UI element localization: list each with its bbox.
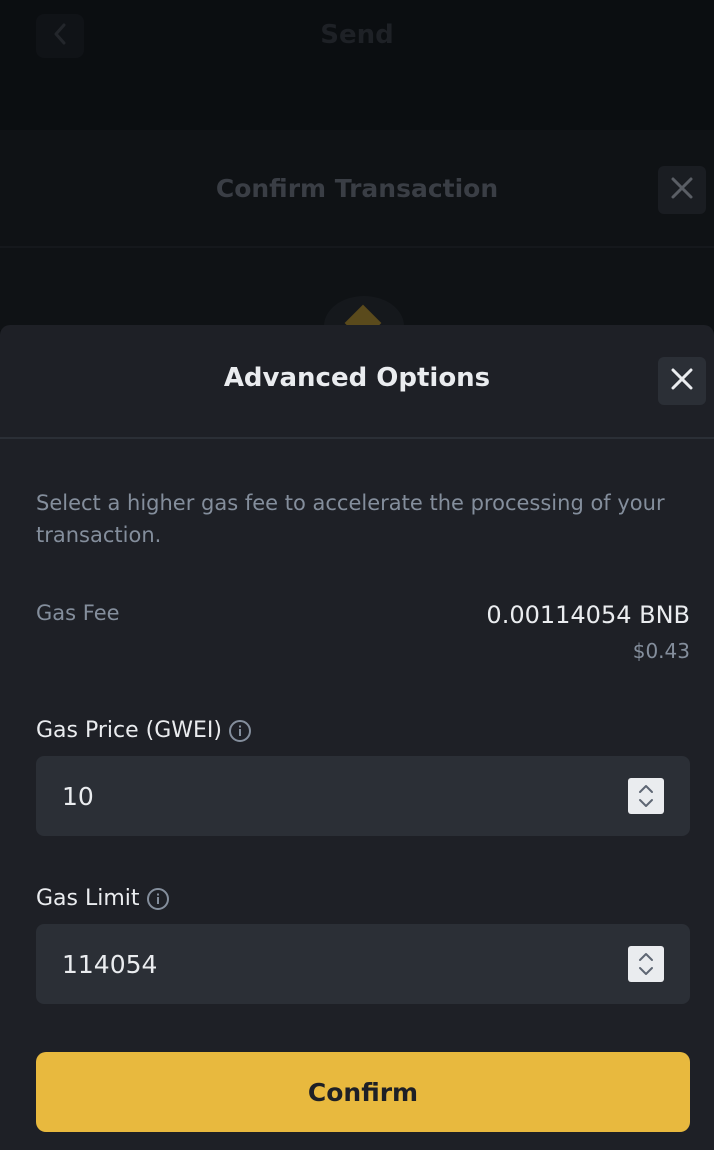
close-icon [670,367,694,395]
gas-price-input-container [36,756,690,836]
info-icon[interactable] [228,719,252,743]
modal-title: Advanced Options [223,363,491,393]
gas-fee-usd: $0.43 [632,639,690,663]
background-header: Send [0,0,714,76]
confirm-transaction-title: Confirm Transaction [215,174,499,203]
stepper-icon [637,782,655,810]
info-icon[interactable] [146,887,170,911]
modal-header: Advanced Options [0,325,714,437]
gas-limit-label-text: Gas Limit [36,886,140,911]
gas-fee-amount: 0.00114054 BNB [486,601,690,629]
gas-price-label-text: Gas Price (GWEI) [36,718,223,743]
header-divider [0,437,714,439]
confirm-button[interactable]: Confirm [36,1052,690,1132]
stepper-icon [637,950,655,978]
close-button[interactable] [658,357,706,405]
page-title: Send [320,20,394,50]
gas-limit-input-container [36,924,690,1004]
gas-fee-label: Gas Fee [36,601,120,625]
gas-price-input[interactable] [62,781,562,811]
gas-limit-stepper[interactable] [628,946,664,982]
confirm-transaction-close-button[interactable] [658,166,706,214]
gas-limit-label: Gas Limit [36,886,170,911]
divider [0,246,714,248]
close-icon [670,176,694,204]
gas-price-label: Gas Price (GWEI) [36,718,252,743]
gas-price-stepper[interactable] [628,778,664,814]
description-text: Select a higher gas fee to accelerate th… [36,491,665,547]
gas-limit-input[interactable] [62,949,562,979]
advanced-options-modal: Advanced Options Select a higher gas fee… [0,325,714,1150]
